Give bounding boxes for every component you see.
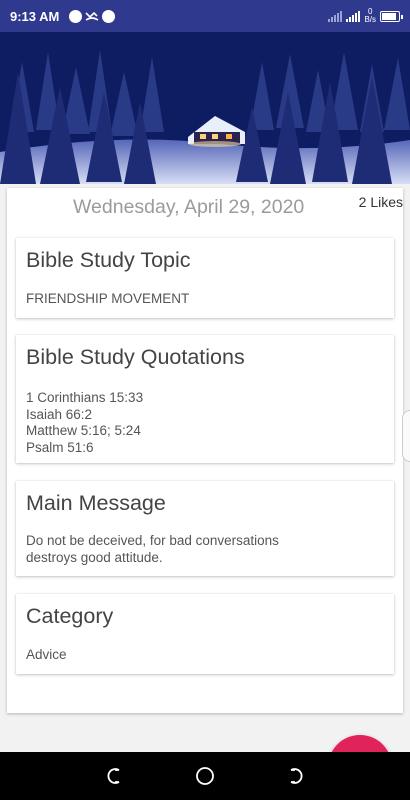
topic-card: Bible Study Topic FRIENDSHIP MOVEMENT: [16, 238, 394, 318]
home-button[interactable]: [185, 756, 225, 796]
quotation-line: Matthew 5:16; 5:24: [26, 423, 141, 438]
post-date: Wednesday, April 29, 2020: [73, 196, 305, 218]
quotation-line: Psalm 51:6: [26, 439, 94, 455]
missed-call-icon: [85, 11, 99, 21]
quotation-line: Isaiah 66:2: [26, 406, 93, 422]
topic-text: FRIENDSHIP MOVEMENT: [26, 291, 190, 306]
signal-icon: [328, 10, 343, 22]
category-text: Advice: [26, 647, 67, 662]
main-message-card: Main Message Do not be deceived, for bad…: [16, 481, 394, 576]
section-title: Main Message: [26, 491, 166, 515]
main-message-text: Do not be deceived, for bad conversation…: [26, 533, 279, 565]
home-icon: [196, 767, 214, 785]
header-image: [0, 32, 410, 184]
winter-cabin-image: [0, 32, 410, 184]
back-icon: [290, 768, 303, 784]
quotation-line: 1 Corinthians 15:33: [26, 390, 144, 405]
signal-strength-icon: [346, 10, 361, 22]
quotations-text: 1 Corinthians 15:33 Isaiah 66:2 Matthew …: [26, 390, 384, 456]
section-title: Bible Study Quotations: [26, 345, 245, 369]
battery-icon: [380, 10, 403, 22]
category-card: Category Advice: [16, 594, 394, 674]
status-time: 9:13 AM: [10, 8, 60, 24]
recent-apps-icon: [107, 768, 120, 784]
quotations-card: Bible Study Quotations 1 Corinthians 15:…: [16, 335, 394, 463]
section-title: Category: [26, 604, 114, 628]
network-speed: 0 B/s: [364, 7, 376, 24]
edge-panel-handle[interactable]: [402, 410, 410, 462]
status-bar: 9:13 AM 0 B/s: [0, 0, 410, 32]
back-button[interactable]: [275, 756, 315, 796]
likes-count[interactable]: 2 Likes: [359, 194, 403, 210]
navigation-icon: [69, 9, 83, 23]
phone-icon: [102, 9, 116, 23]
navigation-bar: [0, 752, 410, 800]
section-title: Bible Study Topic: [26, 248, 191, 272]
recent-apps-button[interactable]: [95, 756, 135, 796]
post-card: Wednesday, April 29, 2020 2 Likes Bible …: [7, 188, 403, 713]
